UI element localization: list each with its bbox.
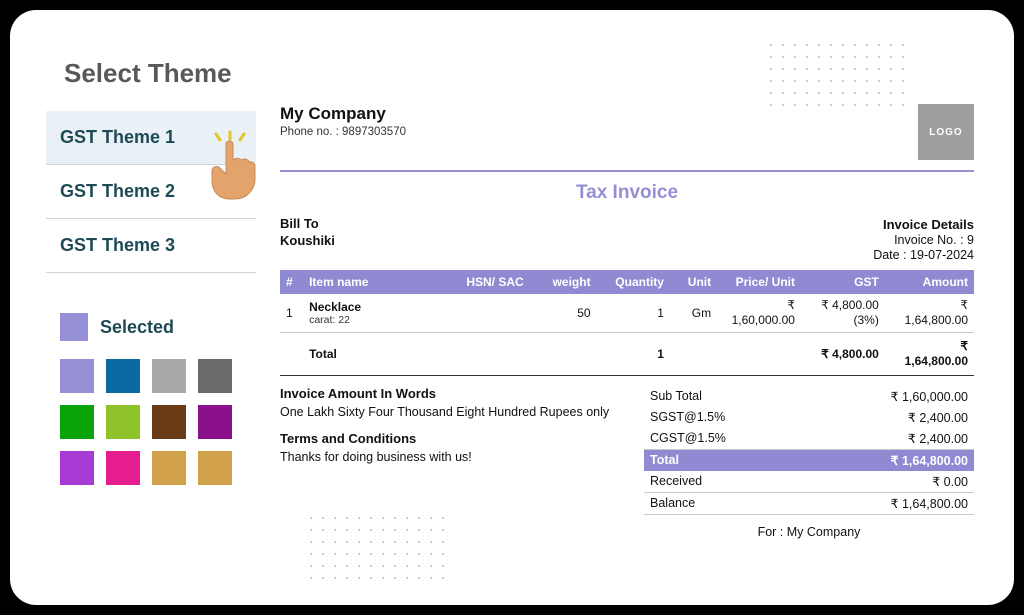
items-table: # Item name HSN/ SAC weight Quantity Uni…: [280, 270, 974, 376]
color-swatch[interactable]: [198, 451, 232, 485]
for-company: For : My Company: [644, 525, 974, 539]
theme-option-label: GST Theme 2: [60, 181, 175, 201]
col-qty: Quantity: [597, 270, 670, 294]
col-price: Price/ Unit: [717, 270, 801, 294]
theme-option-label: GST Theme 3: [60, 235, 175, 255]
accent-divider: [280, 170, 974, 172]
color-swatch[interactable]: [60, 359, 94, 393]
color-swatch[interactable]: [198, 359, 232, 393]
color-swatch[interactable]: [106, 359, 140, 393]
selected-color-indicator: [60, 313, 88, 341]
cell-qty: 1: [597, 294, 670, 333]
col-name: Item name: [303, 270, 460, 294]
color-swatch[interactable]: [60, 451, 94, 485]
color-swatch[interactable]: [106, 405, 140, 439]
color-swatch[interactable]: [60, 405, 94, 439]
invoice-number: Invoice No. : 9: [873, 233, 974, 247]
color-swatch[interactable]: [152, 451, 186, 485]
bill-to-label: Bill To: [280, 216, 335, 231]
received-value: ₹ 0.00: [808, 471, 974, 493]
invoice-date: Date : 19-07-2024: [873, 248, 974, 262]
amount-in-words-label: Invoice Amount In Words: [280, 386, 624, 401]
color-swatch[interactable]: [152, 359, 186, 393]
subtotal-label: Sub Total: [644, 386, 808, 407]
invoice-preview: My Company Phone no. : 9897303570 LOGO T…: [280, 44, 974, 581]
grand-total-label: Total: [644, 449, 808, 471]
balance-value: ₹ 1,64,800.00: [808, 492, 974, 514]
theme-option-2[interactable]: GST Theme 2: [46, 165, 256, 219]
col-unit: Unit: [670, 270, 717, 294]
table-row: 1 Necklace carat: 22 50 1 Gm ₹ 1,6: [280, 294, 974, 333]
sgst-value: ₹ 2,400.00: [808, 407, 974, 428]
items-total-row: Total 1 ₹ 4,800.00 ₹ 1,64,800.00: [280, 332, 974, 375]
sidebar-title: Select Theme: [64, 58, 256, 89]
cell-amount: ₹ 1,64,800.00: [885, 294, 974, 333]
balance-label: Balance: [644, 492, 808, 514]
summary-table: Sub Total₹ 1,60,000.00 SGST@1.5%₹ 2,400.…: [644, 386, 974, 515]
col-amount: Amount: [885, 270, 974, 294]
grand-total-value: ₹ 1,64,800.00: [808, 449, 974, 471]
terms-label: Terms and Conditions: [280, 431, 624, 446]
cell-gst: ₹ 4,800.00 (3%): [801, 294, 885, 333]
amount-in-words: One Lakh Sixty Four Thousand Eight Hundr…: [280, 405, 624, 419]
cell-unit: Gm: [670, 294, 717, 333]
cgst-label: CGST@1.5%: [644, 428, 808, 450]
cell-hsn: [460, 294, 533, 333]
cell-name: Necklace carat: 22: [303, 294, 460, 333]
color-swatch-grid: [60, 359, 256, 485]
received-label: Received: [644, 471, 808, 493]
cgst-value: ₹ 2,400.00: [808, 428, 974, 450]
theme-option-label: GST Theme 1: [60, 127, 175, 147]
cell-price: ₹ 1,60,000.00: [717, 294, 801, 333]
col-weight: weight: [534, 270, 597, 294]
selected-label: Selected: [100, 317, 174, 338]
col-gst: GST: [801, 270, 885, 294]
theme-option-1[interactable]: GST Theme 1: [46, 111, 256, 165]
total-label: Total: [303, 332, 460, 375]
col-hsn: HSN/ SAC: [460, 270, 533, 294]
customer-name: Koushiki: [280, 233, 335, 248]
cell-idx: 1: [280, 294, 303, 333]
total-gst: ₹ 4,800.00: [801, 332, 885, 375]
total-qty: 1: [597, 332, 670, 375]
invoice-title: Tax Invoice: [280, 182, 974, 204]
company-phone: Phone no. : 9897303570: [280, 126, 406, 138]
color-swatch[interactable]: [152, 405, 186, 439]
terms-text: Thanks for doing business with us!: [280, 450, 624, 464]
subtotal-value: ₹ 1,60,000.00: [808, 386, 974, 407]
sgst-label: SGST@1.5%: [644, 407, 808, 428]
theme-sidebar: Select Theme GST Theme 1: [46, 44, 256, 581]
color-swatch[interactable]: [106, 451, 140, 485]
col-idx: #: [280, 270, 303, 294]
logo-placeholder: LOGO: [918, 104, 974, 160]
invoice-details-label: Invoice Details: [873, 217, 974, 232]
company-name: My Company: [280, 104, 406, 124]
color-swatch[interactable]: [198, 405, 232, 439]
total-amount: ₹ 1,64,800.00: [885, 332, 974, 375]
theme-option-3[interactable]: GST Theme 3: [46, 219, 256, 273]
cell-weight: 50: [534, 294, 597, 333]
